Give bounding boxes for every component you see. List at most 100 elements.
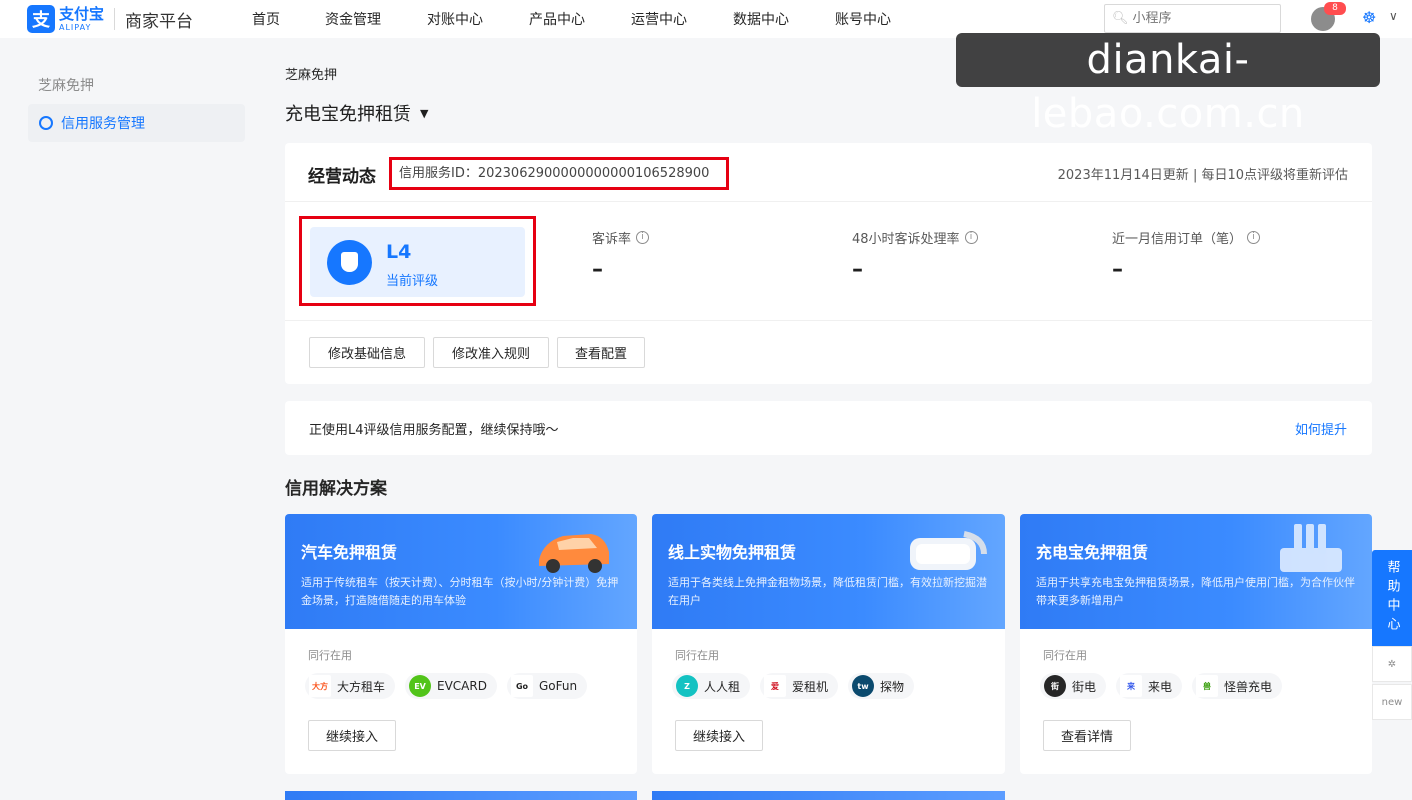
solution-card-car-rental: 汽车免押租赁 适用于传统租车（按天计费）、分时租车（按小时/分钟计费）免押金场景…	[285, 514, 637, 774]
rating-highlight: L4 当前评级	[299, 216, 536, 306]
how-to-improve-link[interactable]: 如何提升	[1295, 419, 1347, 438]
metric-label-row: 48小时客诉处理率 i	[852, 228, 978, 247]
jiedian-logo-icon: 街	[1044, 675, 1066, 697]
metric-label: 客诉率	[592, 232, 632, 247]
peer-name: 怪兽充电	[1224, 679, 1273, 694]
rating-label: 当前评级	[386, 274, 439, 289]
peer-chip: Go GoFun	[506, 673, 588, 699]
divider	[285, 320, 1372, 321]
solution-desc: 适用于各类线上免押金租物场景，降低租赁门槛，有效拉新挖掘潜在用户	[668, 576, 987, 607]
update-note: 2023年11月14日更新 | 每日10点评级将重新评估	[1057, 168, 1348, 183]
solution-desc: 适用于共享充电宝免押租赁场景，降低用户使用门槛，为合作伙伴带来更多新增用户	[1036, 576, 1355, 607]
user-menu-icon[interactable]: ☸	[1362, 8, 1378, 30]
view-config-button[interactable]: 查看配置	[557, 337, 645, 368]
continue-integration-button[interactable]: 继续接入	[308, 720, 396, 751]
logo-divider	[114, 8, 116, 30]
solution-header: 充电宝免押租赁 适用于共享充电宝免押租赁场景，降低用户使用门槛，为合作伙伴带来更…	[1020, 514, 1372, 629]
logo-text: 支付宝 ALIPAY	[59, 4, 105, 32]
search-box[interactable]: 🔍︎	[1104, 4, 1281, 33]
nav-account[interactable]: 账号中心	[835, 9, 915, 29]
laidian-logo-icon: 来	[1120, 675, 1143, 697]
solution-card-partial	[652, 791, 1005, 800]
sidebar-title: 芝麻免押	[38, 78, 94, 94]
banner-text: 正使用L4评级信用服务配置，继续保持哦～	[309, 423, 559, 438]
watermark: diankai-lebao.com.cn	[956, 33, 1380, 137]
page-title-dropdown[interactable]: 充电宝免押租赁 ▼	[285, 100, 428, 126]
solution-card-power-bank-rental: 充电宝免押租赁 适用于共享充电宝免押租赁场景，降低用户使用门槛，为合作伙伴带来更…	[1020, 514, 1372, 774]
solution-header: 线上实物免押租赁 适用于各类线上免押金租物场景，降低租赁门槛，有效拉新挖掘潜在用…	[652, 514, 1005, 629]
metric-label: 48小时客诉处理率	[852, 232, 960, 247]
logo-cn-text: 支付宝	[59, 4, 105, 23]
solution-card-partial	[285, 791, 637, 800]
metric-value: –	[592, 257, 603, 282]
status-banner: 正使用L4评级信用服务配置，继续保持哦～ 如何提升	[285, 401, 1372, 455]
solution-title: 汽车免押租赁	[301, 543, 398, 562]
new-feature-icon[interactable]: new	[1372, 684, 1412, 720]
metric-label: 近一月信用订单（笔）	[1112, 232, 1243, 247]
nav-products[interactable]: 产品中心	[529, 9, 631, 29]
help-center-button[interactable]: 帮助中心	[1372, 550, 1412, 646]
caret-down-icon: ▼	[420, 106, 429, 120]
renrenzu-logo-icon: Z	[676, 675, 698, 697]
gofun-logo-icon: Go	[510, 675, 533, 697]
peer-chip: tw 探物	[848, 673, 915, 699]
solution-title: 充电宝免押租赁	[1036, 543, 1149, 562]
notification-badge: 8	[1324, 2, 1346, 15]
peer-name: 来电	[1148, 679, 1173, 694]
evcard-logo-icon: EV	[409, 675, 432, 697]
metric-monthly-orders: 近一月信用订单（笔） i –	[1112, 228, 1261, 282]
peer-list: 街街电 来来电 兽怪兽充电	[1040, 673, 1292, 699]
overview-header: 经营动态 信用服务ID：2023062900000000000106528900…	[285, 143, 1372, 202]
peer-name: 街电	[1072, 679, 1097, 694]
platform-name: 商家平台	[125, 11, 194, 32]
info-icon[interactable]: i	[1247, 231, 1261, 244]
peer-name: EVCARD	[437, 679, 487, 693]
page-title: 充电宝免押租赁	[285, 104, 411, 125]
vr-headset-icon	[910, 531, 987, 570]
alipay-logo-icon: 支	[27, 5, 55, 33]
continue-integration-button[interactable]: 继续接入	[675, 720, 763, 751]
peer-chip: Z 人人租	[672, 673, 751, 699]
peer-chip: 爱爱租机	[760, 673, 839, 699]
solution-title: 线上实物免押租赁	[668, 543, 797, 562]
search-input[interactable]	[1132, 11, 1273, 26]
new-label: new	[1381, 696, 1403, 708]
solution-desc: 适用于传统租车（按天计费）、分时租车（按小时/分钟计费）免押金场景，打造随借随走…	[301, 576, 619, 607]
peer-chip: 兽怪兽充电	[1192, 673, 1283, 699]
edit-basic-info-button[interactable]: 修改基础信息	[309, 337, 425, 368]
headset-icon[interactable]: ✲	[1372, 646, 1412, 682]
view-details-button[interactable]: 查看详情	[1043, 720, 1131, 751]
service-id: 信用服务ID：2023062900000000000106528900	[389, 157, 729, 190]
rating-card: L4 当前评级	[310, 227, 525, 297]
logo-en-text: ALIPAY	[59, 22, 92, 32]
peer-chip: 街街电	[1040, 673, 1107, 699]
nav-reconciliation[interactable]: 对账中心	[427, 9, 529, 29]
peer-name: 爱租机	[792, 679, 829, 694]
peers-label: 同行在用	[675, 649, 719, 662]
edit-admission-rules-button[interactable]: 修改准入规则	[433, 337, 549, 368]
solution-header: 汽车免押租赁 适用于传统租车（按天计费）、分时租车（按小时/分钟计费）免押金场景…	[285, 514, 637, 629]
peer-list: Z 人人租 爱爱租机 tw 探物	[672, 673, 924, 699]
solution-card-online-rental: 线上实物免押租赁 适用于各类线上免押金租物场景，降低租赁门槛，有效拉新挖掘潜在用…	[652, 514, 1005, 774]
peer-name: 探物	[880, 679, 905, 694]
info-icon[interactable]: i	[964, 231, 978, 244]
sidebar-item-label: 信用服务管理	[61, 116, 145, 132]
metric-label-row: 近一月信用订单（笔） i	[1112, 228, 1261, 247]
power-bank-icon	[1280, 524, 1342, 572]
metric-48h-handling-rate: 48小时客诉处理率 i –	[852, 228, 978, 282]
metric-value: –	[1112, 257, 1123, 282]
alipay-logo[interactable]: 支 支付宝 ALIPAY 商家平台	[27, 5, 193, 33]
chevron-down-icon[interactable]: ∨	[1389, 9, 1398, 23]
nav-operations[interactable]: 运营中心	[631, 9, 733, 29]
peer-chip: 大方 大方租车	[305, 673, 396, 699]
nav-home[interactable]: 首页	[252, 9, 325, 29]
peer-name: GoFun	[538, 679, 578, 693]
peer-name: 人人租	[704, 679, 741, 694]
info-icon[interactable]: i	[636, 231, 650, 244]
sidebar-item-credit-service[interactable]: 信用服务管理	[28, 104, 245, 142]
breadcrumb: 芝麻免押	[285, 68, 338, 83]
help-center-label: 帮助中心	[1384, 560, 1400, 636]
nav-funds[interactable]: 资金管理	[325, 9, 427, 29]
nav-data[interactable]: 数据中心	[733, 9, 835, 29]
shield-icon	[327, 240, 372, 285]
